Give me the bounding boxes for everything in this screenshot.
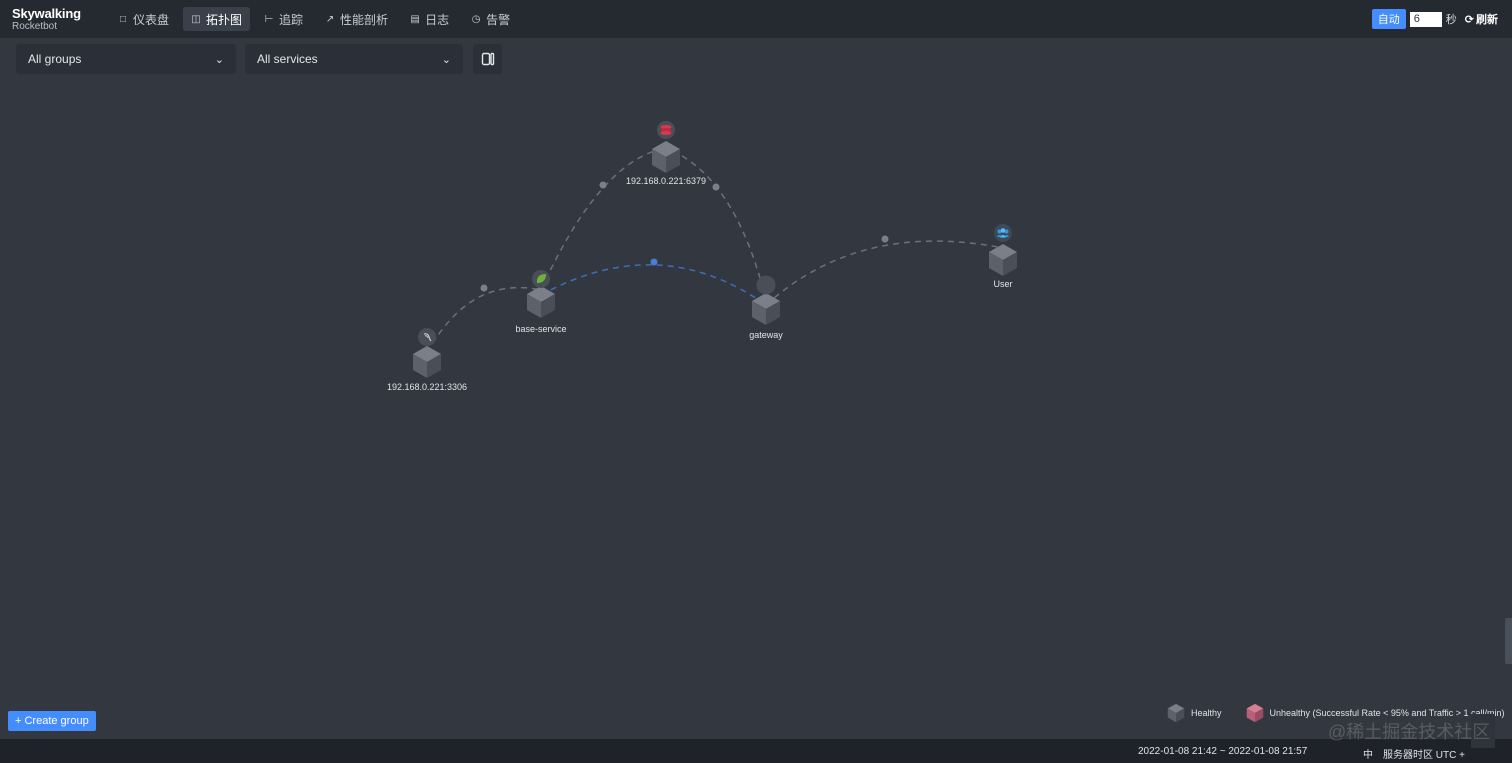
- redis-icon: [657, 121, 675, 139]
- edge-base-to-redis[interactable]: [540, 147, 667, 291]
- edge-handle[interactable]: [650, 258, 658, 266]
- node-label-mysql: 192.168.0.221:3306: [386, 382, 468, 392]
- time-range[interactable]: 2022-01-08 21:42 ~ 2022-01-08 21:57: [1138, 746, 1307, 757]
- user-group-icon: [994, 224, 1012, 242]
- timezone-label[interactable]: 服务器时区 UTC +: [1383, 746, 1465, 761]
- edge-mysql-to-base[interactable]: [426, 286, 542, 354]
- edge-handle[interactable]: [480, 284, 488, 292]
- node-redis[interactable]: [652, 141, 680, 173]
- edge-base-to-gateway[interactable]: [540, 264, 767, 306]
- watermark: @稀土掘金技术社区: [1328, 722, 1491, 742]
- edge-gateway-to-user[interactable]: [765, 240, 1004, 306]
- node-base-service[interactable]: [527, 286, 555, 318]
- unhealthy-cube-icon: [1246, 703, 1263, 723]
- mysql-icon: [418, 328, 436, 346]
- legend-unhealthy-label: Unhealthy (Successful Rate < 95% and Tra…: [1269, 708, 1505, 718]
- node-label-gateway: gateway: [749, 330, 783, 340]
- legend-healthy: Healthy: [1165, 702, 1222, 724]
- node-user[interactable]: [989, 244, 1017, 276]
- edge-handle[interactable]: [881, 235, 889, 243]
- legend-healthy-label: Healthy: [1191, 708, 1222, 718]
- node-mysql[interactable]: [413, 346, 441, 378]
- language-toggle[interactable]: 中: [1363, 746, 1373, 761]
- edge-handle[interactable]: [599, 181, 607, 189]
- footer-bar: 2022-01-08 21:42 ~ 2022-01-08 21:57 中 服务…: [0, 739, 1512, 763]
- topology-graph: [413, 121, 1017, 378]
- create-group-button[interactable]: + Create group: [8, 711, 96, 731]
- node-label-user: User: [993, 279, 1013, 289]
- node-label-redis: 192.168.0.221:6379: [625, 176, 707, 186]
- side-drawer-tab[interactable]: [1505, 618, 1512, 664]
- unknown-service-icon: [756, 275, 776, 295]
- node-label-base-service: base-service: [515, 324, 567, 334]
- edge-handle[interactable]: [712, 183, 720, 191]
- healthy-cube-icon: [1167, 703, 1185, 723]
- node-gateway[interactable]: [752, 293, 780, 325]
- spring-icon: [532, 270, 550, 288]
